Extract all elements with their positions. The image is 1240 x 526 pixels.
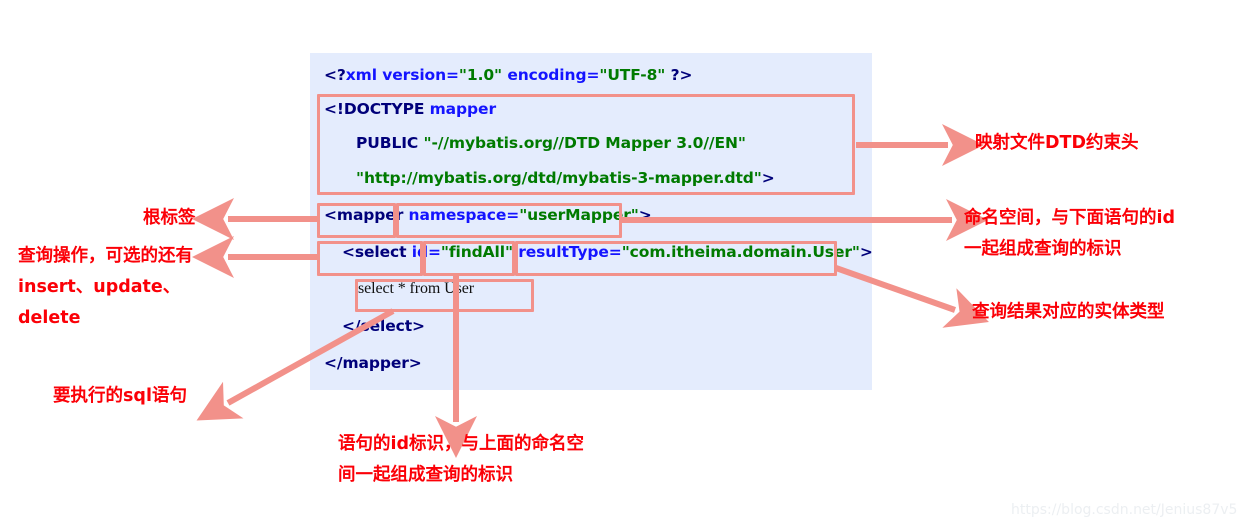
annotation-sql-statement: 要执行的sql语句	[53, 381, 187, 412]
annotation-namespace: 命名空间，与下面语句的id 一起组成查询的标识	[964, 203, 1175, 265]
annotation-namespace-line1: 命名空间，与下面语句的id	[964, 208, 1176, 228]
code-line-mapper-close: </mapper>	[324, 354, 422, 372]
annotation-id-identifier: 语句的id标识，与上面的命名空 间一起组成查询的标识	[338, 429, 584, 491]
highlight-box-doctype-block	[317, 94, 855, 195]
annotation-result-type: 查询结果对应的实体类型	[972, 297, 1165, 328]
highlight-box-namespace-attr	[396, 203, 622, 238]
select-open-close: >	[859, 243, 873, 261]
annotation-root-tag-text: 根标签	[143, 208, 196, 228]
xml-decl-encoding-attr: encoding=	[507, 66, 600, 84]
csdn-watermark: https://blog.csdn.net/Jenius87v5	[1011, 502, 1238, 518]
annotation-dtd-header: 映射文件DTD约束头	[975, 128, 1139, 159]
highlight-box-resulttype-attr	[515, 241, 837, 276]
highlight-box-id-attr	[423, 241, 515, 276]
diagram-canvas: <?xml version="1.0" encoding="UTF-8" ?> …	[0, 0, 1240, 526]
annotation-namespace-line2: 一起组成查询的标识	[964, 239, 1122, 259]
xml-decl-version-value: "1.0"	[458, 66, 503, 84]
annotation-query-operation: 查询操作，可选的还有 insert、update、 delete	[18, 241, 193, 334]
mapper-open-close: >	[638, 206, 652, 224]
annotation-id-line1: 语句的id标识，与上面的命名空	[338, 434, 585, 454]
highlight-box-sql-statement	[355, 279, 534, 312]
xml-decl-close: ?>	[665, 66, 693, 84]
code-line-xml-declaration: <?xml version="1.0" encoding="UTF-8" ?>	[324, 66, 692, 84]
xml-decl-encoding-value: "UTF-8"	[599, 66, 666, 84]
annotation-query-line1: 查询操作，可选的还有	[18, 246, 193, 266]
highlight-box-select-tag	[317, 241, 423, 276]
xml-decl-tag: xml	[345, 66, 377, 84]
annotation-result-type-text: 查询结果对应的实体类型	[972, 302, 1165, 322]
annotation-query-line2: insert、update、	[18, 277, 181, 297]
annotation-query-line3: delete	[18, 308, 81, 328]
code-line-select-close: </select>	[342, 317, 425, 335]
annotation-sql-statement-text: 要执行的sql语句	[53, 386, 187, 406]
annotation-id-line2: 间一起组成查询的标识	[338, 465, 513, 485]
highlight-box-mapper-tag	[317, 203, 396, 238]
annotation-root-tag: 根标签	[143, 203, 196, 234]
annotation-dtd-header-text: 映射文件DTD约束头	[975, 133, 1139, 153]
xml-decl-open: <?	[324, 66, 346, 84]
xml-decl-version-attr: version=	[382, 66, 459, 84]
